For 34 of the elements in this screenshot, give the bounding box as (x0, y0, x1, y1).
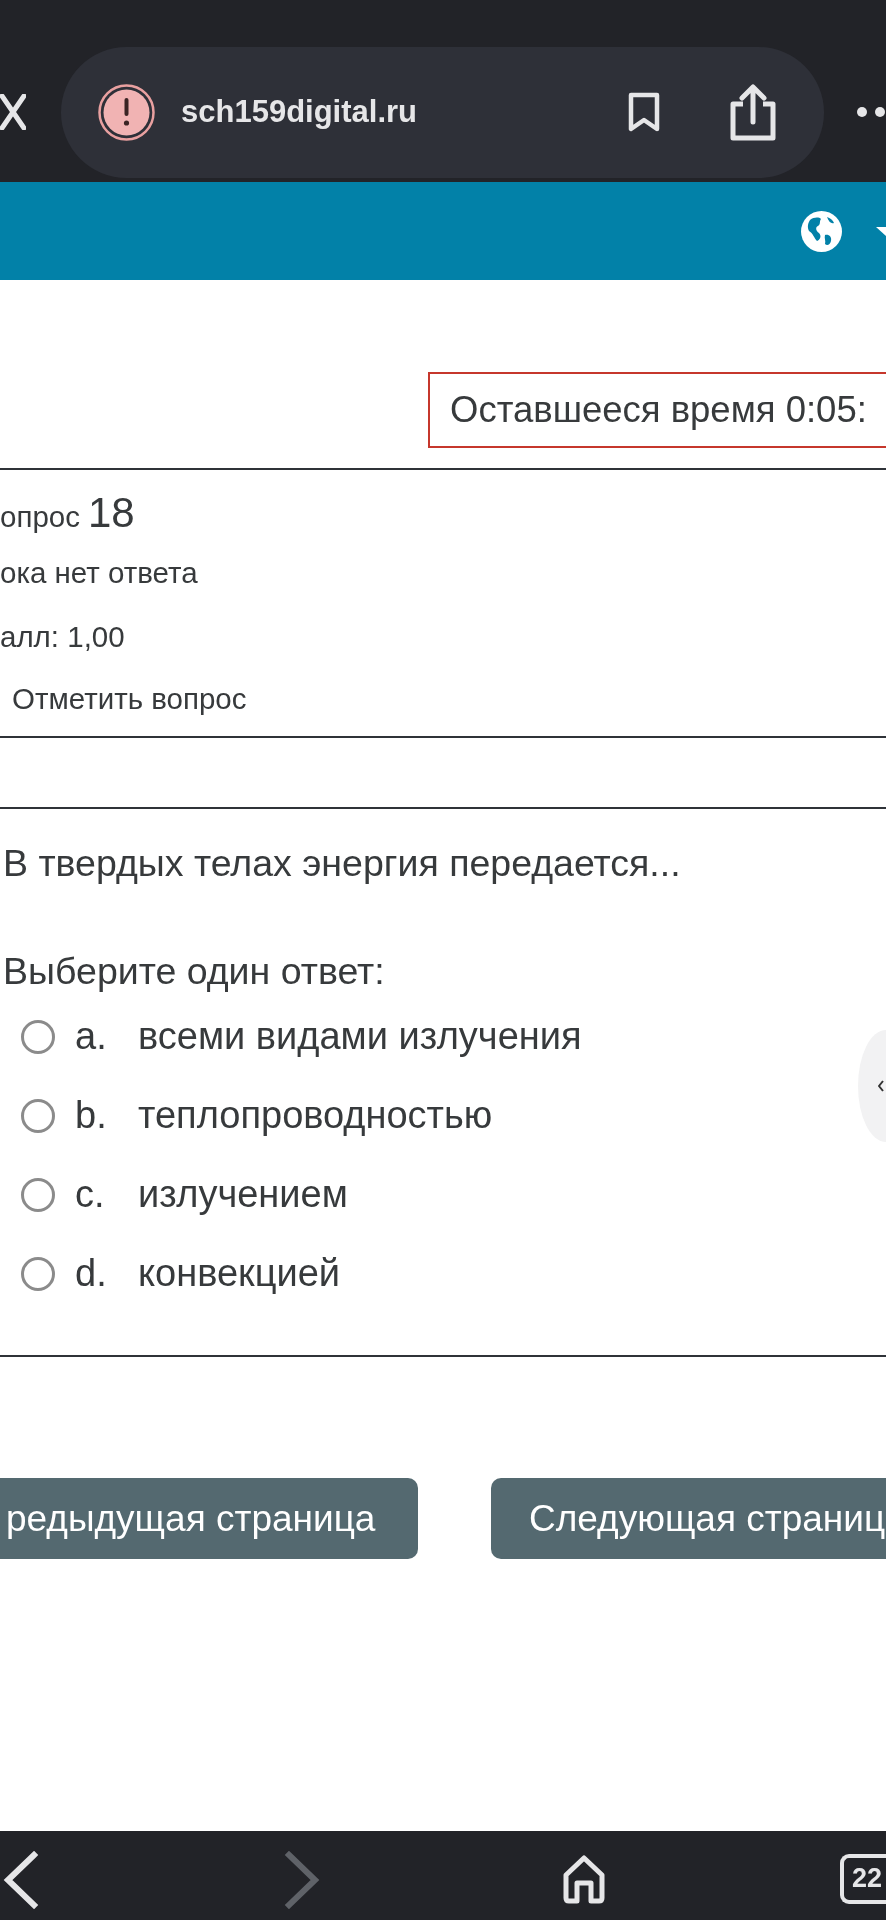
radio-button[interactable] (21, 1177, 55, 1212)
next-page-button[interactable]: Следующая страниц (491, 1478, 886, 1559)
option-letter: a. (75, 1014, 108, 1059)
question-label: опрос (0, 499, 80, 535)
option-letter: b. (75, 1093, 108, 1138)
caret-icon[interactable] (876, 226, 886, 236)
back-icon[interactable] (3, 1850, 39, 1909)
more-icon[interactable] (856, 106, 886, 118)
globe-icon[interactable] (801, 210, 842, 252)
url-text: sch159digital.ru (181, 92, 418, 131)
bookmark-icon[interactable] (628, 92, 660, 132)
question-number: 18 (87, 490, 135, 536)
timer-display: Оставшееся время 0:05: (428, 372, 886, 448)
option-text[interactable]: всеми видами излучения (138, 1008, 582, 1065)
radio-button[interactable] (21, 1256, 55, 1291)
flag-question-link[interactable]: Отметить вопрос (12, 678, 247, 720)
chevron-icon (878, 1080, 884, 1092)
grade-text: алл: 1,00 (0, 619, 125, 655)
radio-button[interactable] (21, 1098, 55, 1133)
previous-page-button[interactable]: редыдущая страница (0, 1478, 418, 1559)
option-text[interactable]: теплопроводностью (138, 1087, 493, 1144)
option-text[interactable]: излучением (138, 1166, 348, 1223)
question-text: В твердых телах энергия передается... (3, 841, 681, 886)
share-icon[interactable] (729, 82, 777, 142)
status-text: ока нет ответа (0, 555, 198, 591)
option-letter: d. (75, 1251, 108, 1296)
address-bar[interactable]: sch159digital.ru (61, 46, 824, 178)
prompt-text: Выберите один ответ: (3, 949, 385, 994)
tabs-button[interactable]: 22 (840, 1853, 886, 1904)
option-letter: c. (75, 1172, 106, 1217)
warning-icon (98, 83, 155, 141)
option-text[interactable]: конвекцией (138, 1245, 341, 1302)
radio-button[interactable] (21, 1019, 55, 1054)
close-icon[interactable] (0, 94, 26, 130)
